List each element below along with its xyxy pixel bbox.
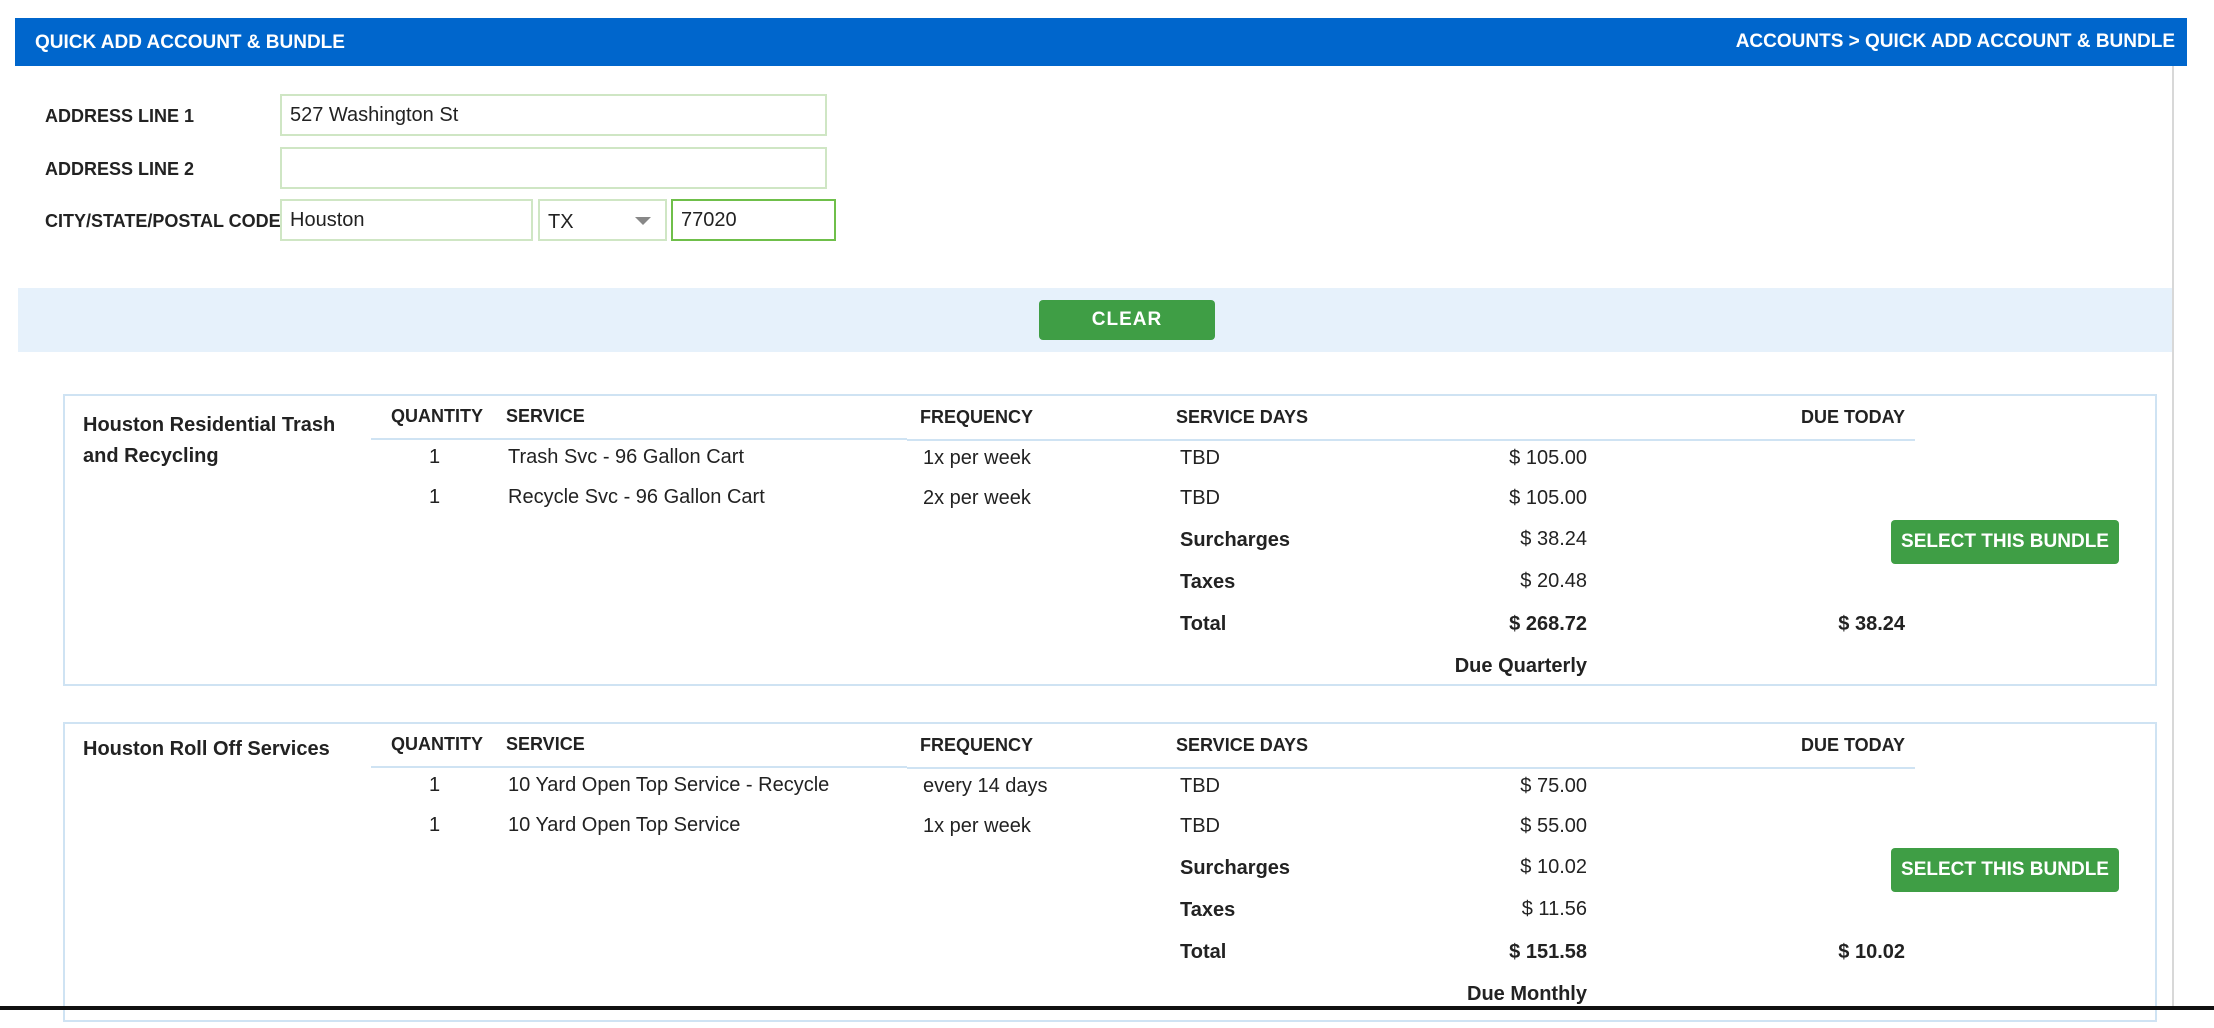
row-frequency: every 14 days — [923, 775, 1048, 797]
row-quantity: 1 — [429, 814, 441, 836]
surcharges-value: $ 38.24 — [1520, 528, 1587, 550]
bundle-name: Houston Roll Off Services — [83, 738, 330, 760]
due-today-header: DUE TODAY — [1800, 407, 1905, 427]
service-days-header: SERVICE DAYS — [1176, 407, 1309, 427]
row-service: 10 Yard Open Top Service - Recycle — [508, 774, 830, 796]
taxes-label: Taxes — [1180, 571, 1236, 593]
row-price: $ 55.00 — [1520, 815, 1587, 837]
row-service: Recycle Svc - 96 Gallon Cart — [508, 486, 765, 508]
row-service-days: TBD — [1180, 775, 1220, 797]
surcharges-value: $ 10.02 — [1520, 856, 1587, 878]
taxes-value: $ 11.56 — [1521, 898, 1587, 920]
surcharges-label: Surcharges — [1180, 529, 1291, 551]
frequency-header: FREQUENCY — [920, 735, 1034, 755]
service-header: SERVICE — [506, 406, 585, 426]
row-price: $ 105.00 — [1509, 447, 1587, 469]
select-bundle-button[interactable]: SELECT THIS BUNDLE — [1891, 520, 2119, 564]
app-window: QUICK ADD ACCOUNT & BUNDLE ACCOUNTS > QU… — [0, 0, 2214, 1028]
page-title: QUICK ADD ACCOUNT & BUNDLE — [35, 32, 345, 53]
due-today-header: DUE TODAY — [1800, 735, 1905, 755]
row-frequency: 1x per week — [923, 447, 1031, 469]
state-select[interactable]: TX — [538, 199, 667, 241]
city-state-postal-label: CITY/STATE/POSTAL CODE — [45, 211, 281, 231]
city-input[interactable] — [280, 199, 533, 241]
quantity-header: QUANTITY — [391, 734, 483, 754]
total-value: $ 268.72 — [1509, 613, 1587, 635]
row-service-days: TBD — [1180, 815, 1220, 837]
address-line-2-input[interactable] — [280, 147, 827, 189]
row-quantity: 1 — [429, 774, 441, 796]
chevron-down-icon — [635, 217, 651, 225]
header-divider — [371, 438, 907, 440]
frequency-header: FREQUENCY — [920, 407, 1034, 427]
due-period: Due Quarterly — [1454, 655, 1587, 677]
scroll-edge — [2172, 66, 2174, 1006]
bundle-name: Houston Residential Trash and Recycling — [83, 414, 336, 467]
total-label: Total — [1180, 941, 1227, 963]
row-frequency: 1x per week — [923, 815, 1031, 837]
surcharges-label: Surcharges — [1180, 857, 1291, 879]
row-service: 10 Yard Open Top Service — [508, 814, 741, 836]
window-border — [0, 1006, 2214, 1010]
taxes-value: $ 20.48 — [1520, 570, 1587, 592]
row-service-days: TBD — [1180, 447, 1220, 469]
header-divider — [907, 439, 1915, 441]
due-period: Due Monthly — [1467, 983, 1587, 1005]
bundle-card: Houston Roll Off Services QUANTITY SERVI… — [63, 722, 2157, 1022]
total-label: Total — [1180, 613, 1227, 635]
breadcrumb[interactable]: ACCOUNTS > QUICK ADD ACCOUNT & BUNDLE — [1736, 31, 2175, 53]
header-divider — [371, 766, 907, 768]
row-frequency: 2x per week — [923, 487, 1031, 509]
select-bundle-button[interactable]: SELECT THIS BUNDLE — [1891, 848, 2119, 892]
row-quantity: 1 — [429, 446, 441, 468]
quantity-header: QUANTITY — [391, 406, 483, 426]
state-select-value: TX — [548, 211, 574, 233]
row-service-days: TBD — [1180, 487, 1220, 509]
taxes-label: Taxes — [1180, 899, 1236, 921]
due-today-value: $ 10.02 — [1838, 941, 1905, 963]
service-days-header: SERVICE DAYS — [1176, 735, 1309, 755]
row-service: Trash Svc - 96 Gallon Cart — [508, 446, 745, 468]
address-line-1-label: ADDRESS LINE 1 — [45, 106, 195, 126]
address-line-2-label: ADDRESS LINE 2 — [45, 159, 195, 179]
service-header: SERVICE — [506, 734, 585, 754]
address-line-1-input[interactable] — [280, 94, 827, 136]
postal-code-input[interactable] — [671, 199, 836, 241]
row-price: $ 75.00 — [1520, 775, 1587, 797]
header-divider — [907, 767, 1915, 769]
total-value: $ 151.58 — [1509, 941, 1587, 963]
row-price: $ 105.00 — [1509, 487, 1587, 509]
window-margin — [2194, 0, 2214, 1028]
bundle-card: Houston Residential Trash and Recycling … — [63, 394, 2157, 686]
row-quantity: 1 — [429, 486, 441, 508]
page-header: QUICK ADD ACCOUNT & BUNDLE ACCOUNTS > QU… — [15, 18, 2187, 66]
clear-button[interactable]: CLEAR — [1039, 300, 1215, 340]
due-today-value: $ 38.24 — [1838, 613, 1905, 635]
